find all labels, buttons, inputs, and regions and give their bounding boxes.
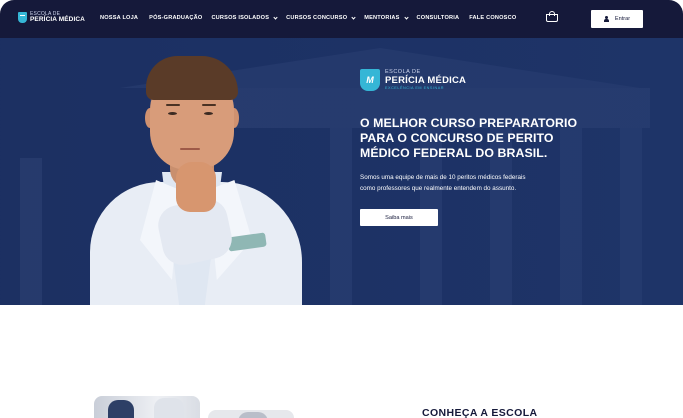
subtext-line: como professores que realmente entendem … [360,185,517,193]
menu-item-cursos-isolados[interactable]: CURSOS ISOLADOS [211,14,278,21]
hero-subtext: Somos uma equipe de mais de 10 peritos m… [360,172,600,194]
logo-shield-icon [18,12,27,24]
brand-line2: PERÍCIA MÉDICA [385,74,467,86]
menu-item-label: CURSOS CONCURSO [286,15,348,21]
shopping-bag-icon[interactable] [545,11,559,23]
menu-item-mentorias[interactable]: MENTORIAS [364,14,409,21]
menu-item-cursos-concurso[interactable]: CURSOS CONCURSO [286,14,356,21]
saiba-mais-label: Saiba mais [385,214,413,221]
hero-person-photo [90,52,305,305]
section-title: CONHEÇA A ESCOLA [422,407,538,418]
chevron-down-icon [403,14,409,20]
page-frame: ESCOLA DE PERÍCIA MÉDICA NOSSA LOJA PÓS-… [0,0,683,418]
user-icon [604,16,610,22]
brand-shield-icon: M [360,69,380,91]
login-button[interactable]: Entrar [591,10,643,28]
subtext-line: Somos uma equipe de mais de 10 peritos m… [360,174,526,181]
hero-brand-logo: M ESCOLA DE PERÍCIA MÉDICA EXCELÊNCIA EM… [360,69,466,91]
about-photo-1 [94,396,200,418]
headline-line: O MELHOR CURSO PREPARATORIO [360,116,578,130]
menu-item-label: CONSULTORIA [416,15,460,21]
logo-text: ESCOLA DE PERÍCIA MÉDICA [30,12,85,24]
main-menu: NOSSA LOJA PÓS-GRADUAÇÃO CURSOS ISOLADOS… [100,14,516,21]
menu-item-consultoria[interactable]: CONSULTORIA [417,15,460,21]
hero-banner: M ESCOLA DE PERÍCIA MÉDICA EXCELÊNCIA EM… [0,38,683,305]
login-button-label: Entrar [614,16,631,22]
menu-item-label: FALE CONOSCO [469,15,517,21]
logo-line2: PERÍCIA MÉDICA [30,16,85,23]
headline-line: PARA O CONCURSO DE PERITO [360,130,554,145]
hero-headline: O MELHOR CURSO PREPARATORIO PARA O CONCU… [360,116,610,160]
about-photo-2 [208,410,294,418]
menu-item-nossa-loja[interactable]: NOSSA LOJA [100,15,138,21]
menu-item-label: MENTORIAS [364,15,400,21]
saiba-mais-button[interactable]: Saiba mais [360,209,438,226]
headline-line: MÉDICO FEDERAL DO BRASIL. [360,145,548,160]
site-logo[interactable]: ESCOLA DE PERÍCIA MÉDICA [18,12,85,24]
menu-item-label: CURSOS ISOLADOS [211,15,270,21]
brand-tagline: EXCELÊNCIA EM ENSINAR [385,85,445,90]
menu-item-fale-conosco[interactable]: FALE CONOSCO [469,15,516,21]
top-navbar: ESCOLA DE PERÍCIA MÉDICA NOSSA LOJA PÓS-… [0,0,683,38]
menu-item-label: NOSSA LOJA [100,15,139,21]
chevron-down-icon [351,14,356,20]
menu-item-pos-graduacao[interactable]: PÓS-GRADUAÇÃO [149,15,202,21]
chevron-down-icon [273,14,278,20]
menu-item-label: PÓS-GRADUAÇÃO [149,15,203,21]
